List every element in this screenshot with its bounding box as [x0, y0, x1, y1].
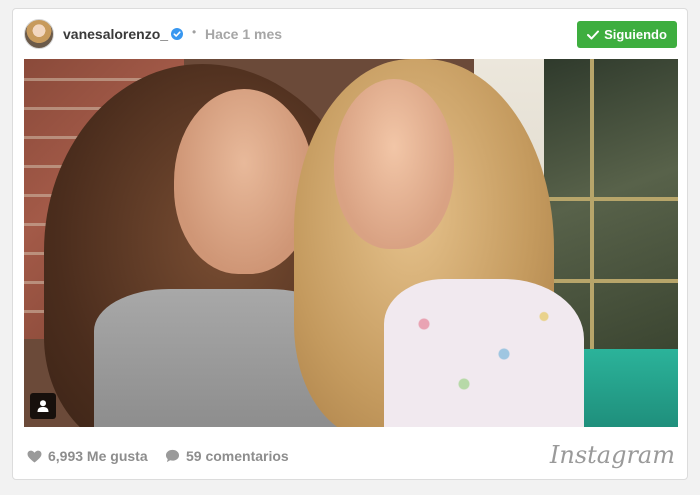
- post-header: vanesalorenzo_ • Hace 1 mes Siguiendo: [13, 9, 687, 59]
- following-button-label: Siguiendo: [604, 27, 667, 42]
- likes-count[interactable]: 6,993 Me gusta: [27, 448, 148, 464]
- post-timestamp[interactable]: Hace 1 mes: [205, 26, 282, 42]
- instagram-logo[interactable]: Instagram: [550, 441, 675, 469]
- verified-badge-icon: [171, 28, 183, 40]
- following-button[interactable]: Siguiendo: [577, 21, 677, 48]
- right-person-floral-top: [384, 279, 584, 427]
- separator-dot: •: [192, 25, 197, 39]
- person-icon: [37, 400, 49, 412]
- post-photo[interactable]: [24, 59, 678, 427]
- username-link[interactable]: vanesalorenzo_: [63, 26, 168, 42]
- comments-count[interactable]: 59 comentarios: [165, 448, 289, 464]
- comment-bubble-icon: [165, 449, 180, 463]
- check-icon: [587, 30, 600, 39]
- heart-icon: [27, 450, 42, 463]
- likes-label: 6,993 Me gusta: [48, 448, 148, 464]
- instagram-post-card: vanesalorenzo_ • Hace 1 mes Siguiendo 6,…: [12, 8, 688, 480]
- right-person-face: [334, 79, 454, 249]
- avatar[interactable]: [24, 19, 54, 49]
- left-person-face: [174, 89, 314, 274]
- comments-label: 59 comentarios: [186, 448, 289, 464]
- post-footer: 6,993 Me gusta 59 comentarios Instagram: [13, 437, 687, 477]
- user-tag-icon[interactable]: [30, 393, 56, 419]
